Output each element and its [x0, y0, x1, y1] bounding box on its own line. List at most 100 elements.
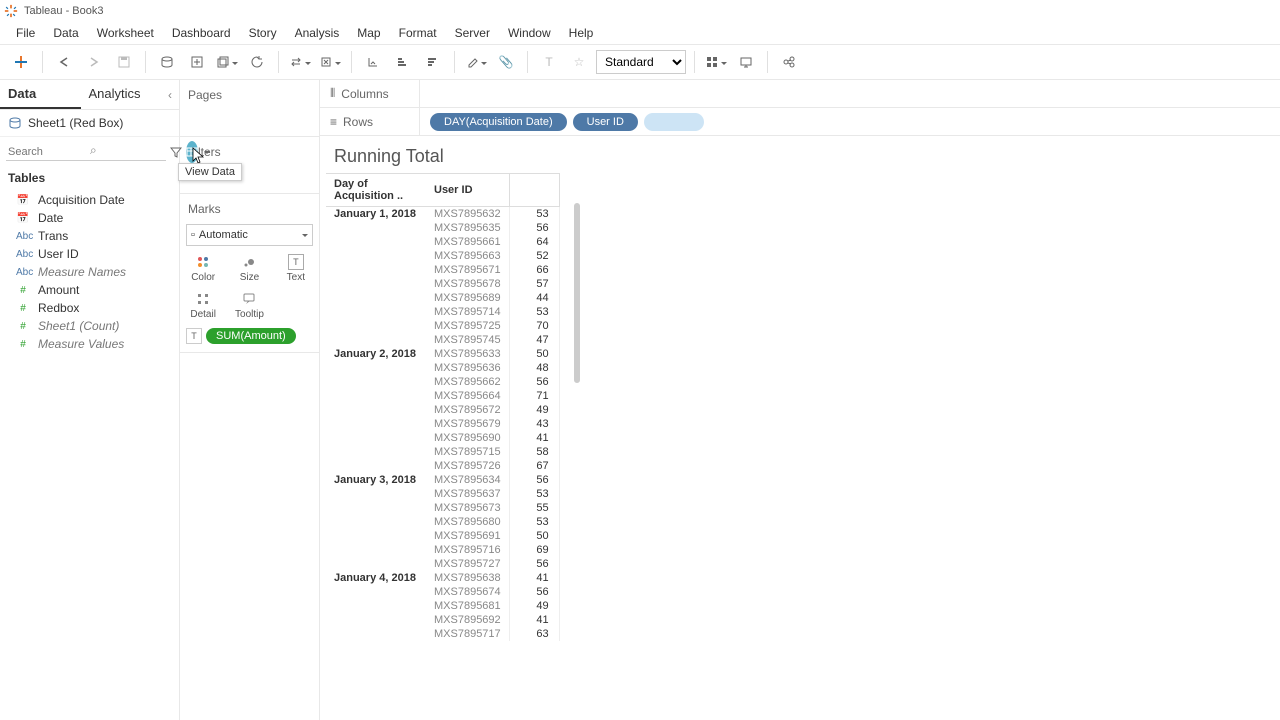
- filters-shelf[interactable]: Filters: [180, 141, 319, 163]
- field-trans[interactable]: AbcTrans: [0, 227, 179, 245]
- empty-pill-slot[interactable]: [644, 113, 704, 131]
- table-row[interactable]: MXS789572756: [326, 557, 559, 571]
- table-row[interactable]: January 4, 2018MXS789563841: [326, 571, 559, 585]
- filter-icon[interactable]: [170, 144, 182, 160]
- pin-button[interactable]: ☆: [566, 49, 592, 75]
- labels-button[interactable]: T: [536, 49, 562, 75]
- table-row[interactable]: MXS789572570: [326, 319, 559, 333]
- tooltip-button[interactable]: Tooltip: [226, 287, 272, 324]
- table-row[interactable]: MXS789571763: [326, 627, 559, 641]
- menu-data[interactable]: Data: [45, 24, 86, 42]
- table-row[interactable]: MXS789566164: [326, 235, 559, 249]
- table-row[interactable]: MXS789567943: [326, 417, 559, 431]
- share-button[interactable]: [776, 49, 802, 75]
- sort-asc-button[interactable]: [390, 49, 416, 75]
- collapse-sidebar-icon[interactable]: ‹: [161, 80, 179, 109]
- text-button[interactable]: TText: [273, 250, 319, 287]
- vertical-scrollbar[interactable]: [574, 203, 580, 383]
- row-pill-1[interactable]: User ID: [573, 113, 638, 131]
- swap-button[interactable]: [287, 49, 313, 75]
- table-row[interactable]: MXS789567249: [326, 403, 559, 417]
- field-amount[interactable]: #Amount: [0, 281, 179, 299]
- clear-button[interactable]: [317, 49, 343, 75]
- field-measure-values[interactable]: #Measure Values: [0, 335, 179, 353]
- table-row[interactable]: MXS789574547: [326, 333, 559, 347]
- table-row[interactable]: MXS789566256: [326, 375, 559, 389]
- datasource-item[interactable]: Sheet1 (Red Box): [0, 110, 179, 137]
- menu-file[interactable]: File: [8, 24, 43, 42]
- field-measure-names[interactable]: AbcMeasure Names: [0, 263, 179, 281]
- table-row[interactable]: MXS789568053: [326, 515, 559, 529]
- menu-format[interactable]: Format: [391, 24, 445, 42]
- table-row[interactable]: MXS789566352: [326, 249, 559, 263]
- tab-analytics[interactable]: Analytics: [81, 80, 162, 109]
- table-row[interactable]: MXS789563556: [326, 221, 559, 235]
- table-row[interactable]: MXS789568944: [326, 291, 559, 305]
- menu-map[interactable]: Map: [349, 24, 388, 42]
- column-header[interactable]: [509, 174, 559, 207]
- table-row[interactable]: MXS789567166: [326, 263, 559, 277]
- dropdown-icon[interactable]: [202, 144, 210, 160]
- redo-button[interactable]: [81, 49, 107, 75]
- table-row[interactable]: MXS789569241: [326, 613, 559, 627]
- presentation-button[interactable]: [733, 49, 759, 75]
- table-row[interactable]: MXS789572667: [326, 459, 559, 473]
- table-row[interactable]: January 1, 2018MXS789563253: [326, 207, 559, 222]
- rows-shelf[interactable]: ≡ Rows: [320, 108, 420, 135]
- text-mark-icon[interactable]: T: [186, 328, 202, 344]
- sheet-title[interactable]: Running Total: [320, 136, 1280, 173]
- menu-help[interactable]: Help: [561, 24, 602, 42]
- row-pill-0[interactable]: DAY(Acquisition Date): [430, 113, 567, 131]
- table-row[interactable]: MXS789571669: [326, 543, 559, 557]
- swap-rows-cols-button[interactable]: [360, 49, 386, 75]
- column-header[interactable]: User ID: [426, 174, 509, 207]
- refresh-button[interactable]: [244, 49, 270, 75]
- highlight-button[interactable]: [463, 49, 489, 75]
- undo-button[interactable]: [51, 49, 77, 75]
- table-row[interactable]: MXS789567456: [326, 585, 559, 599]
- group-button[interactable]: 📎: [493, 49, 519, 75]
- tab-data[interactable]: Data: [0, 80, 81, 109]
- menu-server[interactable]: Server: [447, 24, 498, 42]
- field-sheet1-count-[interactable]: #Sheet1 (Count): [0, 317, 179, 335]
- menu-story[interactable]: Story: [241, 24, 285, 42]
- table-row[interactable]: MXS789571558: [326, 445, 559, 459]
- marks-type-select[interactable]: ▫ Automatic: [186, 224, 313, 246]
- tableau-icon[interactable]: [8, 49, 34, 75]
- menu-analysis[interactable]: Analysis: [287, 24, 348, 42]
- table-row[interactable]: MXS789568149: [326, 599, 559, 613]
- menu-worksheet[interactable]: Worksheet: [89, 24, 162, 42]
- table-row[interactable]: MXS789567857: [326, 277, 559, 291]
- menu-dashboard[interactable]: Dashboard: [164, 24, 239, 42]
- search-input[interactable]: [6, 144, 166, 161]
- table-row[interactable]: MXS789571453: [326, 305, 559, 319]
- table-row[interactable]: MXS789567355: [326, 501, 559, 515]
- save-button[interactable]: [111, 49, 137, 75]
- field-redbox[interactable]: #Redbox: [0, 299, 179, 317]
- menu-window[interactable]: Window: [500, 24, 559, 42]
- duplicate-button[interactable]: [214, 49, 240, 75]
- table-row[interactable]: MXS789569150: [326, 529, 559, 543]
- size-button[interactable]: Size: [226, 250, 272, 287]
- new-worksheet-button[interactable]: [184, 49, 210, 75]
- columns-shelf[interactable]: ⦀ Columns: [320, 80, 420, 107]
- table-row[interactable]: MXS789563753: [326, 487, 559, 501]
- table-row[interactable]: MXS789566471: [326, 389, 559, 403]
- fit-select[interactable]: Standard: [596, 50, 686, 74]
- view-data-button[interactable]: View Data: [186, 141, 198, 163]
- field-user-id[interactable]: AbcUser ID: [0, 245, 179, 263]
- color-button[interactable]: Color: [180, 250, 226, 287]
- sort-desc-button[interactable]: [420, 49, 446, 75]
- table-row[interactable]: MXS789569041: [326, 431, 559, 445]
- field-acquisition-date[interactable]: 📅Acquisition Date: [0, 191, 179, 209]
- sum-amount-pill[interactable]: SUM(Amount): [206, 328, 296, 344]
- table-row[interactable]: January 3, 2018MXS789563456: [326, 473, 559, 487]
- pages-shelf[interactable]: Pages: [180, 84, 319, 106]
- table-row[interactable]: January 2, 2018MXS789563350: [326, 347, 559, 361]
- detail-button[interactable]: Detail: [180, 287, 226, 324]
- showme-button[interactable]: [703, 49, 729, 75]
- new-datasource-button[interactable]: [154, 49, 180, 75]
- table-row[interactable]: MXS789563648: [326, 361, 559, 375]
- field-date[interactable]: 📅Date: [0, 209, 179, 227]
- column-header[interactable]: Day of Acquisition ..: [326, 174, 426, 207]
